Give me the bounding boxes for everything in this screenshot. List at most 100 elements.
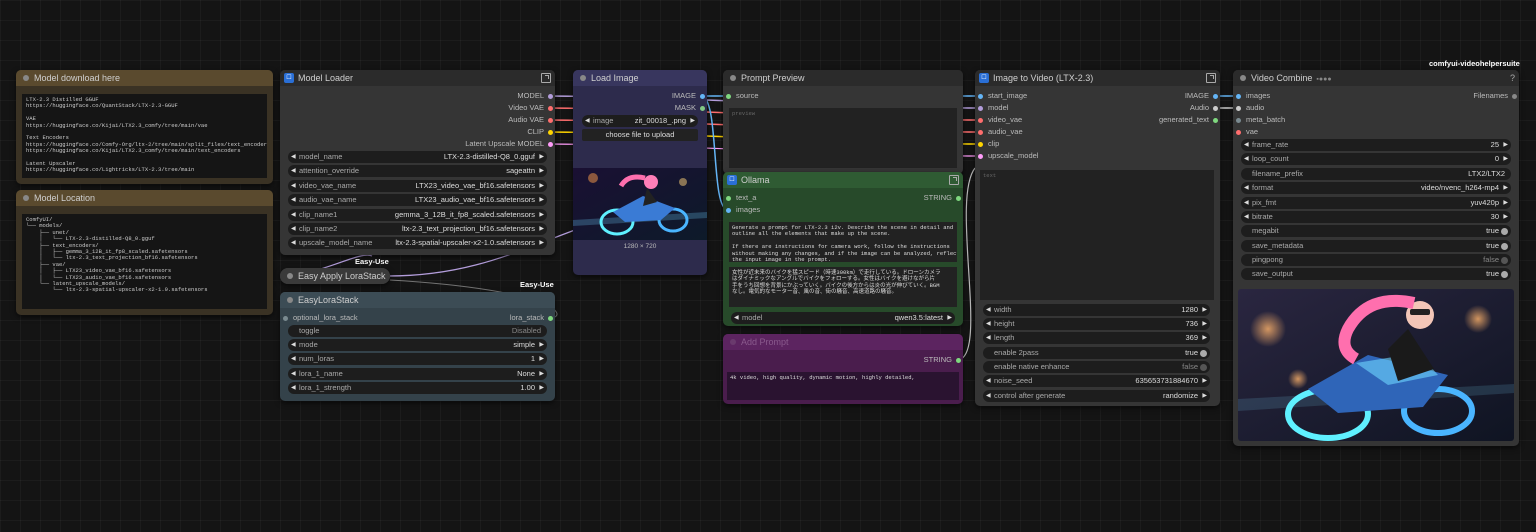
arrow-right-icon[interactable]: ▶ [539, 382, 544, 394]
port-dot-icon[interactable] [1512, 94, 1517, 99]
arrow-left-icon[interactable]: ◀ [291, 339, 296, 351]
input-model[interactable]: model [978, 102, 1008, 114]
arrow-left-icon[interactable]: ◀ [291, 368, 296, 380]
arrow-right-icon[interactable]: ▶ [1503, 182, 1508, 194]
arrow-right-icon[interactable]: ▶ [1202, 332, 1207, 344]
arrow-left-icon[interactable]: ◀ [291, 237, 296, 249]
help-icon[interactable]: ? [1510, 70, 1515, 86]
node-header[interactable]: ☐ Image to Video (LTX-2.3) [975, 70, 1220, 86]
prompt-preview-node[interactable]: Prompt Preview source preview [723, 70, 963, 174]
widget-enable-native-enhance[interactable]: enable native enhance false [983, 361, 1210, 373]
arrow-left-icon[interactable]: ◀ [1244, 211, 1249, 223]
arrow-left-icon[interactable]: ◀ [585, 115, 590, 127]
widget-length[interactable]: ◀ length 369 ▶ [983, 332, 1210, 344]
arrow-right-icon[interactable]: ▶ [1503, 139, 1508, 151]
arrow-left-icon[interactable]: ◀ [986, 390, 991, 402]
output-string[interactable]: STRING [924, 192, 961, 204]
arrow-right-icon[interactable]: ▶ [947, 312, 952, 324]
widget-num-loras[interactable]: ◀ num_loras 1 ▶ [288, 353, 547, 365]
widget-pix-fmt[interactable]: ◀ pix_fmt yuv420p ▶ [1241, 197, 1511, 209]
node-header[interactable]: Prompt Preview [723, 70, 963, 86]
widget-enable-2pass[interactable]: enable 2pass true [983, 347, 1210, 359]
toggle-off-icon[interactable] [1200, 364, 1207, 371]
arrow-left-icon[interactable]: ◀ [291, 165, 296, 177]
preview-textarea[interactable]: preview [729, 108, 957, 168]
port-dot-icon[interactable] [1213, 106, 1218, 111]
input-audio[interactable]: audio [1236, 102, 1264, 114]
input-text-a[interactable]: text_a [726, 192, 756, 204]
port-dot-icon[interactable] [1236, 106, 1241, 111]
port-dot-icon[interactable] [1213, 94, 1218, 99]
expand-icon[interactable] [1206, 73, 1216, 83]
apply-lorastack-node[interactable]: Easy Apply LoraStack [280, 268, 390, 284]
port-dot-icon[interactable] [283, 316, 288, 321]
toggle-on-icon[interactable] [1501, 228, 1508, 235]
arrow-right-icon[interactable]: ▶ [1503, 153, 1508, 165]
node-header[interactable]: EasyLoraStack [280, 292, 555, 308]
port-dot-icon[interactable] [1213, 118, 1218, 123]
arrow-left-icon[interactable]: ◀ [291, 209, 296, 221]
output-mask[interactable]: MASK [675, 102, 705, 114]
arrow-right-icon[interactable]: ▶ [1503, 197, 1508, 209]
arrow-left-icon[interactable]: ◀ [291, 151, 296, 163]
output-filenames[interactable]: Filenames [1473, 90, 1517, 102]
widget-upscale-model-name[interactable]: ◀ upscale_model_name ltx-2.3-spatial-upsca… [288, 237, 547, 249]
toggle-on-icon[interactable] [1200, 350, 1207, 357]
video-preview[interactable] [1238, 289, 1514, 441]
arrow-left-icon[interactable]: ◀ [986, 318, 991, 330]
text-textarea[interactable]: text [980, 170, 1214, 300]
system-prompt-textarea[interactable]: Generate a prompt for LTX-2.3 i2v. Descr… [729, 222, 957, 262]
toggle-on-icon[interactable] [1501, 243, 1508, 250]
arrow-right-icon[interactable]: ▶ [1202, 375, 1207, 387]
input-images[interactable]: images [726, 204, 760, 216]
port-dot-icon[interactable] [726, 196, 731, 201]
output-image[interactable]: IMAGE [672, 90, 705, 102]
widget-pingpong[interactable]: pingpong false [1241, 254, 1511, 266]
arrow-right-icon[interactable]: ▶ [539, 368, 544, 380]
port-dot-icon[interactable] [978, 154, 983, 159]
arrow-right-icon[interactable]: ▶ [539, 237, 544, 249]
image-to-video-node[interactable]: ☐ Image to Video (LTX-2.3) start_image mo… [975, 70, 1220, 406]
arrow-right-icon[interactable]: ▶ [539, 180, 544, 192]
arrow-right-icon[interactable]: ▶ [539, 194, 544, 206]
widget-lora-1-strength[interactable]: ◀ lora_1_strength 1.00 ▶ [288, 382, 547, 394]
arrow-left-icon[interactable]: ◀ [734, 312, 739, 324]
node-header[interactable]: Easy Apply LoraStack [280, 268, 390, 284]
note-text[interactable]: LTX-2.3 Distilled GGUF https://huggingfa… [22, 94, 267, 178]
toggle-off-icon[interactable] [1501, 257, 1508, 264]
note-text[interactable]: ComfyUI/ └── models/ ├── unet/ │ └── LTX… [22, 214, 267, 309]
arrow-right-icon[interactable]: ▶ [1202, 318, 1207, 330]
arrow-left-icon[interactable]: ◀ [986, 375, 991, 387]
widget-model[interactable]: ◀ model qwen3.5:latest ▶ [731, 312, 955, 324]
ollama-node[interactable]: ☐ Ollama text_a images STRING Generate a … [723, 172, 963, 326]
arrow-left-icon[interactable]: ◀ [1244, 182, 1249, 194]
node-header[interactable]: Load Image [573, 70, 707, 86]
input-source[interactable]: source [726, 90, 759, 102]
output-latent-upscale[interactable]: Latent Upscale MODEL [465, 138, 553, 150]
output-video-vae[interactable]: Video VAE [508, 102, 553, 114]
port-dot-icon[interactable] [978, 118, 983, 123]
node-header[interactable]: Video Combine ▪●●●? [1233, 70, 1519, 86]
output-image[interactable]: IMAGE [1185, 90, 1218, 102]
arrow-left-icon[interactable]: ◀ [1244, 197, 1249, 209]
arrow-left-icon[interactable]: ◀ [291, 382, 296, 394]
output-generated-text[interactable]: generated_text [1159, 114, 1218, 126]
collapse-dot-icon[interactable] [287, 297, 293, 303]
model-download-node[interactable]: Model download here LTX-2.3 Distilled GG… [16, 70, 273, 184]
input-clip[interactable]: clip [978, 138, 999, 150]
widget-format[interactable]: ◀ format video/nvenc_h264-mp4 ▶ [1241, 182, 1511, 194]
collapse-dot-icon[interactable] [580, 75, 586, 81]
input-vae[interactable]: vae [1236, 126, 1258, 138]
output-clip[interactable]: CLIP [527, 126, 553, 138]
port-dot-icon[interactable] [726, 208, 731, 213]
widget-control-after-generate[interactable]: ◀ control after generate randomize ▶ [983, 390, 1210, 402]
arrow-right-icon[interactable]: ▶ [539, 339, 544, 351]
arrow-right-icon[interactable]: ▶ [1503, 211, 1508, 223]
arrow-left-icon[interactable]: ◀ [291, 180, 296, 192]
arrow-right-icon[interactable]: ▶ [539, 151, 544, 163]
video-combine-node[interactable]: Video Combine ▪●●●? images audio meta_bat… [1233, 70, 1519, 446]
load-image-node[interactable]: Load Image IMAGE MASK ◀ image zit_00018_.p… [573, 70, 707, 275]
model-loader-node[interactable]: ☐ Model Loader MODEL Video VAE Audio VAE … [280, 70, 555, 255]
port-dot-icon[interactable] [700, 94, 705, 99]
port-dot-icon[interactable] [548, 316, 553, 321]
